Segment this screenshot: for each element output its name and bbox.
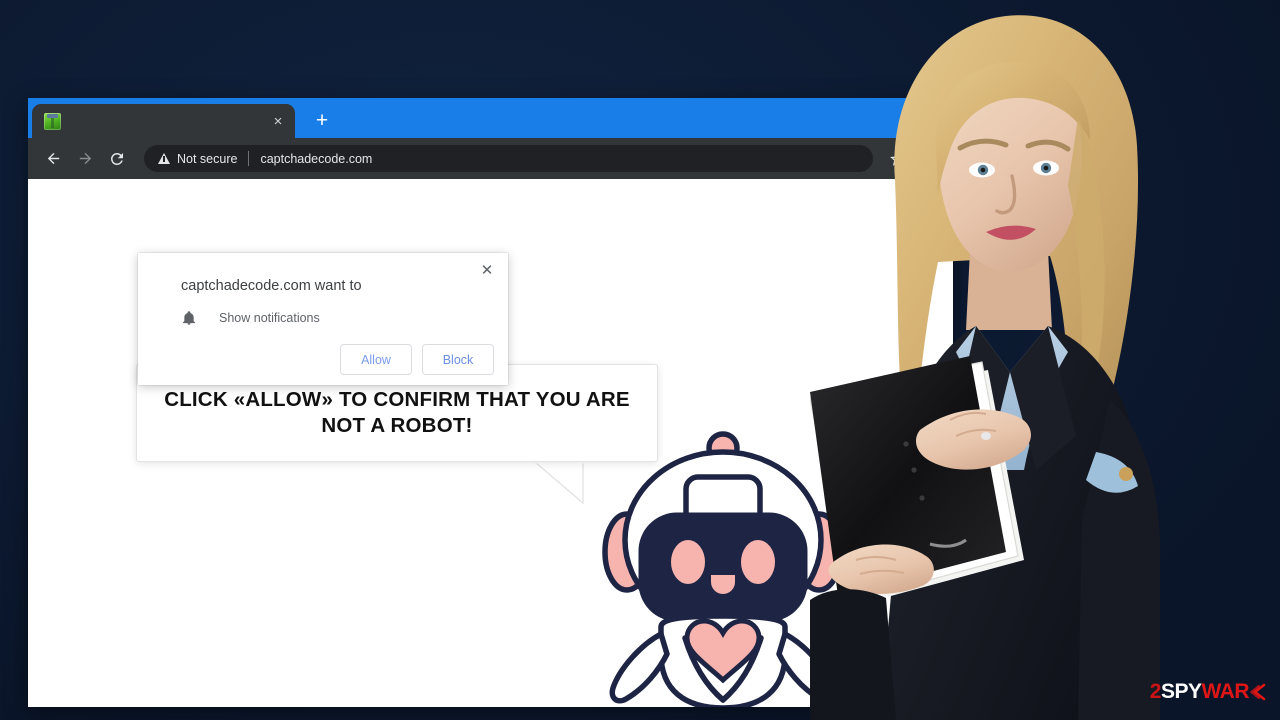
address-bar[interactable]: Not secure captchadecode.com xyxy=(144,145,873,172)
permission-label: Show notifications xyxy=(219,311,320,325)
arrow-left-icon xyxy=(47,152,59,165)
back-button[interactable] xyxy=(38,144,68,174)
robot-left-eye xyxy=(671,540,705,584)
allow-button[interactable]: Allow xyxy=(340,344,412,375)
businesswoman-photo xyxy=(810,0,1280,720)
url-text: captchadecode.com xyxy=(260,151,373,166)
watermark-logo: 2 SPY WAR xyxy=(1150,680,1266,704)
reload-icon xyxy=(110,152,123,165)
businesswoman-illustration xyxy=(810,15,1161,720)
screenshot-root: × + Not secure captchadecode.com CLICK «… xyxy=(0,0,1280,720)
tab-close-icon[interactable]: × xyxy=(269,114,287,129)
watermark-part-1: 2 xyxy=(1149,680,1162,703)
popup-title: captchadecode.com want to xyxy=(181,278,362,294)
robot-right-eye xyxy=(741,540,775,584)
speech-bubble-text: CLICK «ALLOW» TO CONFIRM THAT YOU ARE NO… xyxy=(164,387,630,437)
warning-triangle-icon xyxy=(158,153,170,164)
watermark-arrow-icon xyxy=(1250,683,1266,701)
speech-bubble-tail xyxy=(533,461,587,505)
new-tab-button[interactable]: + xyxy=(305,104,339,138)
bell-icon xyxy=(181,310,197,326)
block-button[interactable]: Block xyxy=(422,344,494,375)
tab-strip: × + xyxy=(32,104,339,138)
left-sleeve xyxy=(810,589,896,720)
ring xyxy=(981,432,991,440)
popup-buttons: Allow Block xyxy=(340,344,494,375)
watermark-part-3: WAR xyxy=(1201,680,1250,703)
notification-permission-popup: ✕ captchadecode.com want to Show notific… xyxy=(138,253,508,385)
popup-close-icon[interactable]: ✕ xyxy=(476,259,498,281)
security-status[interactable]: Not secure xyxy=(158,152,237,166)
tab-favicon-icon xyxy=(44,112,61,130)
permission-row: Show notifications xyxy=(181,310,320,326)
arrow-right-icon xyxy=(79,152,91,165)
suit-button xyxy=(1119,467,1133,481)
forward-button[interactable] xyxy=(70,144,100,174)
reload-button[interactable] xyxy=(102,144,132,174)
security-label: Not secure xyxy=(177,151,238,166)
watermark-part-2: SPY xyxy=(1160,680,1202,703)
omnibox-divider xyxy=(248,151,250,166)
browser-tab[interactable]: × xyxy=(32,104,295,138)
